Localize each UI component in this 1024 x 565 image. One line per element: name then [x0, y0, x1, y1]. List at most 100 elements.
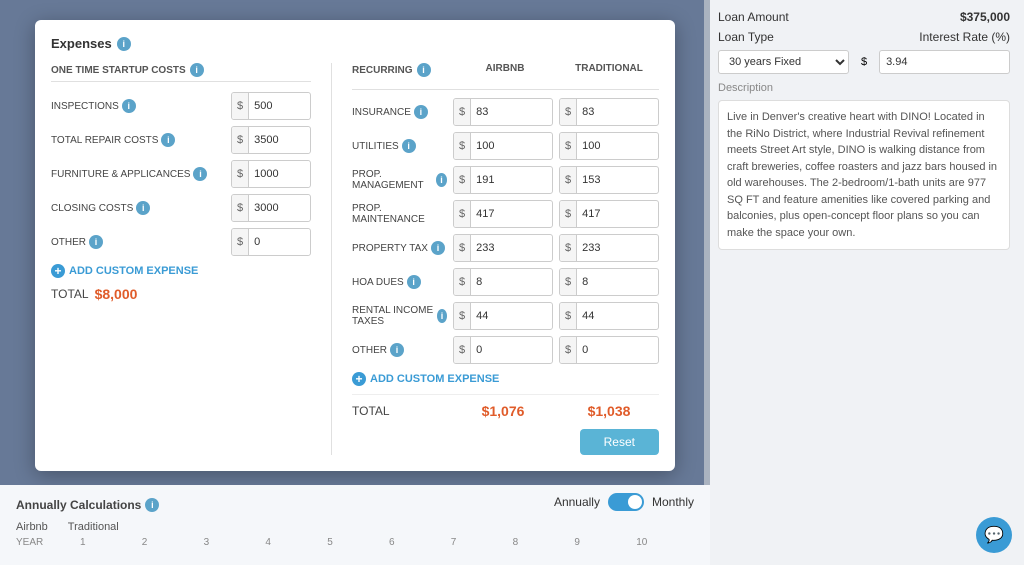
furniture-prefix: $: [232, 161, 249, 187]
plus-circle-startup: +: [51, 264, 65, 278]
reset-button[interactable]: Reset: [580, 429, 659, 455]
utilities-airbnb-input[interactable]: [471, 133, 531, 159]
closing-info-icon[interactable]: i: [136, 201, 150, 215]
furniture-input[interactable]: [249, 161, 309, 187]
insurance-row: INSURANCE i $ $: [352, 98, 659, 126]
hoa-dues-info-icon[interactable]: i: [407, 275, 421, 289]
closing-costs-input[interactable]: [249, 195, 309, 221]
property-tax-info-icon[interactable]: i: [431, 241, 445, 255]
chat-bubble-button[interactable]: 💬: [976, 517, 1012, 553]
insurance-label: INSURANCE i: [352, 105, 447, 119]
rental-taxes-airbnb-input[interactable]: [471, 303, 531, 329]
property-tax-airbnb-group: $: [453, 234, 553, 262]
hoa-traditional-input[interactable]: [577, 269, 637, 295]
col-1: 1: [80, 537, 138, 548]
property-tax-traditional-group: $: [559, 234, 659, 262]
property-tax-label: PROPERTY TAX i: [352, 241, 447, 255]
repair-info-icon[interactable]: i: [161, 133, 175, 147]
inspections-prefix: $: [232, 93, 249, 119]
bottom-section: Annually Calculations i Annually Monthly…: [0, 485, 710, 565]
property-tax-airbnb-input[interactable]: [471, 235, 531, 261]
prop-management-traditional-group: $: [559, 166, 659, 194]
rental-taxes-traditional-input[interactable]: [577, 303, 637, 329]
prop-maintenance-airbnb-group: $: [453, 200, 553, 228]
other-startup-prefix: $: [232, 229, 249, 255]
rental-taxes-traditional-group: $: [559, 302, 659, 330]
prop-management-airbnb-group: $: [453, 166, 553, 194]
startup-info-icon[interactable]: i: [190, 63, 204, 77]
repair-costs-row: TOTAL REPAIR COSTS i $: [51, 126, 311, 154]
utilities-info-icon[interactable]: i: [402, 139, 416, 153]
other-startup-label: OTHER i: [51, 235, 227, 249]
other-recurring-row: OTHER i $ $: [352, 336, 659, 364]
prop-management-row: PROP. MANAGEMENT i $ $: [352, 166, 659, 194]
hoa-airbnb-input[interactable]: [471, 269, 531, 295]
loan-type-select[interactable]: 30 years Fixed: [718, 50, 849, 74]
add-custom-startup-button[interactable]: + ADD CUSTOM EXPENSE: [51, 264, 198, 278]
prop-maintenance-row: PROP. MAINTENANCE $ $: [352, 200, 659, 228]
recurring-total-label: TOTAL: [352, 404, 447, 418]
loan-amount-value: $375,000: [960, 10, 1010, 24]
prop-management-airbnb-input[interactable]: [471, 167, 531, 193]
furniture-info-icon[interactable]: i: [193, 167, 207, 181]
interest-rate-input[interactable]: [879, 50, 1010, 74]
other-startup-info-icon[interactable]: i: [89, 235, 103, 249]
annually-label: Annually: [554, 495, 600, 509]
recurring-total-row: TOTAL $1,076 $1,038: [352, 394, 659, 419]
insurance-traditional-group: $: [559, 98, 659, 126]
col-10: 10: [636, 537, 694, 548]
property-tax-traditional-input[interactable]: [577, 235, 637, 261]
other-startup-row: OTHER i $: [51, 228, 311, 256]
startup-total-value: $8,000: [95, 286, 138, 302]
col-6: 6: [389, 537, 447, 548]
other-traditional-group: $: [559, 336, 659, 364]
rental-income-taxes-label: RENTAL INCOME TAXES i: [352, 305, 447, 327]
other-recurring-info-icon[interactable]: i: [390, 343, 404, 357]
traditional-col-header: TRADITIONAL: [559, 63, 659, 81]
add-custom-recurring-button[interactable]: + ADD CUSTOM EXPENSE: [352, 372, 499, 386]
other-traditional-input[interactable]: [577, 337, 637, 363]
repair-costs-input[interactable]: [249, 127, 309, 153]
inspections-row: INSPECTIONS i $: [51, 92, 311, 120]
modal-header: Expenses i: [51, 36, 659, 51]
startup-total-row: TOTAL $8,000: [51, 286, 311, 302]
prop-maintenance-traditional-input[interactable]: [577, 201, 637, 227]
closing-costs-label: CLOSING COSTS i: [51, 201, 227, 215]
insurance-info-icon[interactable]: i: [414, 105, 428, 119]
prop-management-info-icon[interactable]: i: [436, 173, 447, 187]
hoa-traditional-group: $: [559, 268, 659, 296]
furniture-label: FURNITURE & APPLICANCES i: [51, 167, 227, 181]
annually-info-icon[interactable]: i: [145, 498, 159, 512]
other-airbnb-group: $: [453, 336, 553, 364]
col-2: 2: [142, 537, 200, 548]
inspections-info-icon[interactable]: i: [122, 99, 136, 113]
repair-costs-label: TOTAL REPAIR COSTS i: [51, 133, 227, 147]
insurance-traditional-input[interactable]: [577, 99, 637, 125]
startup-total-label: TOTAL: [51, 287, 89, 301]
recurring-info-icon[interactable]: i: [417, 63, 431, 77]
rental-taxes-airbnb-group: $: [453, 302, 553, 330]
annually-monthly-toggle[interactable]: [608, 493, 644, 511]
col-4: 4: [265, 537, 323, 548]
description-label: Description: [718, 82, 1010, 94]
rental-taxes-info-icon[interactable]: i: [437, 309, 447, 323]
insurance-airbnb-input[interactable]: [471, 99, 531, 125]
description-text: Live in Denver's creative heart with DIN…: [718, 100, 1010, 250]
utilities-traditional-input[interactable]: [577, 133, 637, 159]
prop-maintenance-airbnb-input[interactable]: [471, 201, 531, 227]
airbnb-label: Airbnb: [16, 521, 48, 533]
other-startup-input[interactable]: [249, 229, 309, 255]
prop-management-traditional-input[interactable]: [577, 167, 637, 193]
col-9: 9: [574, 537, 632, 548]
expenses-info-icon[interactable]: i: [117, 37, 131, 51]
startup-costs-header: ONE TIME STARTUP COSTS i: [51, 63, 311, 82]
utilities-airbnb-group: $: [453, 132, 553, 160]
closing-costs-row: CLOSING COSTS i $: [51, 194, 311, 222]
airbnb-total-value: $1,076: [453, 403, 553, 419]
closing-prefix: $: [232, 195, 249, 221]
other-airbnb-input[interactable]: [471, 337, 531, 363]
inspections-input[interactable]: [249, 93, 309, 119]
startup-costs-section: ONE TIME STARTUP COSTS i INSPECTIONS i $: [51, 63, 311, 455]
col-8: 8: [513, 537, 571, 548]
repair-prefix: $: [232, 127, 249, 153]
